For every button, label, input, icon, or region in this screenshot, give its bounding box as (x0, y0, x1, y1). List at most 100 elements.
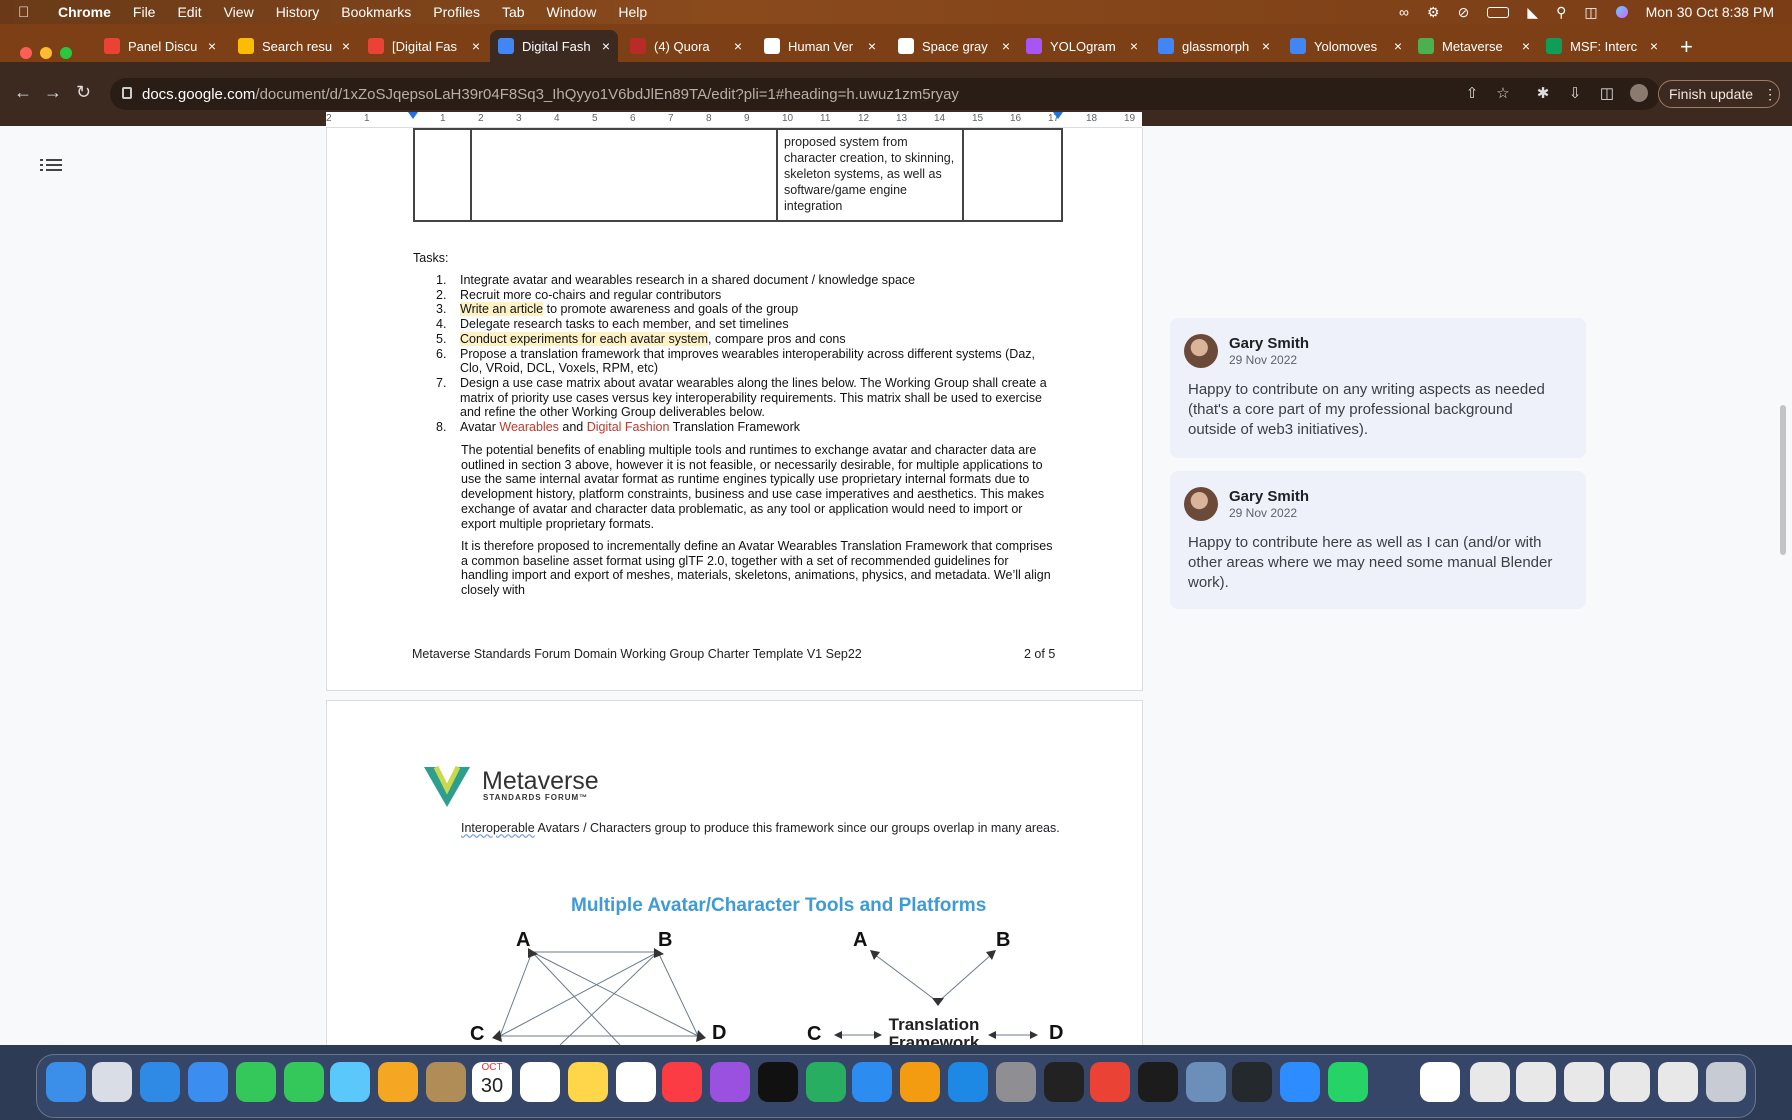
table-cell[interactable] (413, 128, 472, 222)
tab-close-icon[interactable]: × (1522, 38, 1530, 54)
left-indent-marker-icon[interactable] (408, 112, 418, 119)
close-window-button[interactable] (20, 47, 32, 59)
tab-close-icon[interactable]: × (1650, 38, 1658, 54)
battery-icon[interactable] (1487, 6, 1510, 18)
mute-icon[interactable]: ⊘ (1458, 4, 1470, 21)
right-indent-marker-icon[interactable] (1053, 112, 1063, 119)
menu-window[interactable]: Window (547, 4, 597, 20)
spotlight-search-icon[interactable]: ⚲ (1556, 4, 1566, 21)
node-c-right[interactable]: C (807, 1023, 821, 1046)
node-d-left[interactable]: D (712, 1022, 726, 1045)
tab-close-icon[interactable]: × (472, 38, 480, 54)
preview-icon[interactable] (1186, 1062, 1226, 1102)
system-settings-icon[interactable] (996, 1062, 1036, 1102)
document-thumbnail-icon[interactable] (1420, 1062, 1460, 1102)
tab-3[interactable]: Digital Fash × (490, 30, 618, 62)
zoom-window-button[interactable] (60, 47, 72, 59)
numbers-icon[interactable] (806, 1062, 846, 1102)
profile-avatar[interactable] (1630, 84, 1648, 102)
task-item[interactable]: 1. Integrate avatar and wearables researc… (436, 273, 1056, 288)
task-item[interactable]: 2. Recruit more co-chairs and regular con… (436, 288, 1056, 303)
comment-card[interactable]: Gary Smith 29 Nov 2022 Happy to contribu… (1170, 471, 1586, 609)
finish-update-button[interactable]: Finish update ⋮ (1658, 80, 1780, 108)
paragraph-benefits[interactable]: The potential benefits of enabling multi… (461, 443, 1057, 531)
menu-help[interactable]: Help (618, 4, 647, 20)
facetime-icon[interactable] (236, 1062, 276, 1102)
address-bar[interactable]: docs.google.com/document/d/1xZoSJqepsoLa… (110, 78, 1660, 110)
tab-6[interactable]: Space gray × (890, 30, 1018, 62)
calendar-icon[interactable]: OCT 30 (472, 1062, 512, 1102)
tab-close-icon[interactable]: × (602, 38, 610, 54)
task-item[interactable]: 3. Write an article to promote awareness … (436, 302, 1056, 317)
tab-close-icon[interactable]: × (208, 38, 216, 54)
tab-close-icon[interactable]: × (1262, 38, 1270, 54)
notes-icon[interactable] (568, 1062, 608, 1102)
tab-close-icon[interactable]: × (1002, 38, 1010, 54)
spelling-underlined-word[interactable]: Interoperable (461, 821, 535, 835)
github-icon[interactable] (1232, 1062, 1272, 1102)
safari-icon[interactable] (140, 1062, 180, 1102)
tab-5[interactable]: Human Ver × (756, 30, 884, 62)
tab-11[interactable]: MSF: Interc × (1538, 30, 1666, 62)
side-panel-icon[interactable]: ◫ (1598, 84, 1616, 102)
document-outline-icon[interactable] (40, 156, 62, 174)
apple-menu-icon[interactable]:  (18, 4, 40, 21)
node-b-right[interactable]: B (996, 929, 1010, 952)
tab-close-icon[interactable]: × (868, 38, 876, 54)
tab-close-icon[interactable]: × (1130, 38, 1138, 54)
minimize-window-button[interactable] (40, 47, 52, 59)
menu-edit[interactable]: Edit (177, 4, 201, 20)
horizontal-ruler[interactable]: 2 1 1 2 3 4 5 6 7 8 9 10 11 12 13 14 15 16 17 18 19 (326, 112, 1142, 128)
share-icon[interactable]: ⇧ (1463, 84, 1481, 102)
finder-icon[interactable] (46, 1062, 86, 1102)
paragraph-continuation[interactable]: Interoperable Avatars / Characters group… (461, 821, 1060, 835)
tab-10[interactable]: Metaverse × (1410, 30, 1538, 62)
whatsapp-icon[interactable] (1328, 1062, 1368, 1102)
maps-icon[interactable] (330, 1062, 370, 1102)
tab-0[interactable]: Panel Discu × (96, 30, 224, 62)
apple-tv-icon[interactable] (758, 1062, 798, 1102)
music-icon[interactable] (662, 1062, 702, 1102)
control-center-icon[interactable]: ◫ (1584, 4, 1597, 21)
launchpad-icon[interactable] (92, 1062, 132, 1102)
menu-view[interactable]: View (224, 4, 254, 20)
extensions-icon[interactable]: ✱ (1534, 84, 1552, 102)
document-thumbnail-icon[interactable] (1516, 1062, 1556, 1102)
diagram-title[interactable]: Multiple Avatar/Character Tools and Plat… (571, 895, 986, 917)
unity-icon[interactable] (1044, 1062, 1084, 1102)
table-cell[interactable] (470, 128, 778, 222)
document-thumbnail-icon[interactable] (1610, 1062, 1650, 1102)
keynote-icon[interactable] (852, 1062, 892, 1102)
comment-card[interactable]: Gary Smith 29 Nov 2022 Happy to contribu… (1170, 318, 1586, 458)
document-thumbnail-icon[interactable] (1658, 1062, 1698, 1102)
node-b-left[interactable]: B (658, 929, 672, 952)
podcasts-icon[interactable] (710, 1062, 750, 1102)
document-thumbnail-icon[interactable] (1564, 1062, 1604, 1102)
clock[interactable]: Mon 30 Oct 8:38 PM (1646, 4, 1774, 20)
node-c-left[interactable]: C (470, 1023, 484, 1046)
pages-icon[interactable] (900, 1062, 940, 1102)
menu-bookmarks[interactable]: Bookmarks (341, 4, 411, 20)
tab-close-icon[interactable]: × (1394, 38, 1402, 54)
menu-app-name[interactable]: Chrome (58, 4, 111, 20)
contacts-icon[interactable] (426, 1062, 466, 1102)
zoom-icon[interactable] (1280, 1062, 1320, 1102)
menu-profiles[interactable]: Profiles (433, 4, 480, 20)
task-item[interactable]: 4. Delegate research tasks to each member… (436, 317, 1056, 332)
task-item[interactable]: 8. Avatar Wearables and Digital Fashion T… (436, 420, 1056, 435)
lock-icon[interactable] (122, 87, 132, 99)
tab-8[interactable]: glassmorph × (1150, 30, 1278, 62)
back-icon[interactable]: ← (14, 82, 32, 103)
table-cell[interactable]: proposed system from character creation,… (776, 128, 964, 222)
menu-file[interactable]: File (133, 4, 156, 20)
photos-icon[interactable] (378, 1062, 418, 1102)
meta-icon[interactable]: ∞ (1399, 4, 1409, 20)
page-footer-title[interactable]: Metaverse Standards Forum Domain Working… (412, 647, 862, 661)
chrome-icon[interactable] (1090, 1062, 1130, 1102)
app-store-icon[interactable] (948, 1062, 988, 1102)
tab-close-icon[interactable]: × (734, 38, 742, 54)
freeform-icon[interactable] (616, 1062, 656, 1102)
node-a-right[interactable]: A (853, 929, 867, 952)
vpn-icon[interactable]: ⚙ (1427, 4, 1440, 21)
menu-history[interactable]: History (276, 4, 320, 20)
